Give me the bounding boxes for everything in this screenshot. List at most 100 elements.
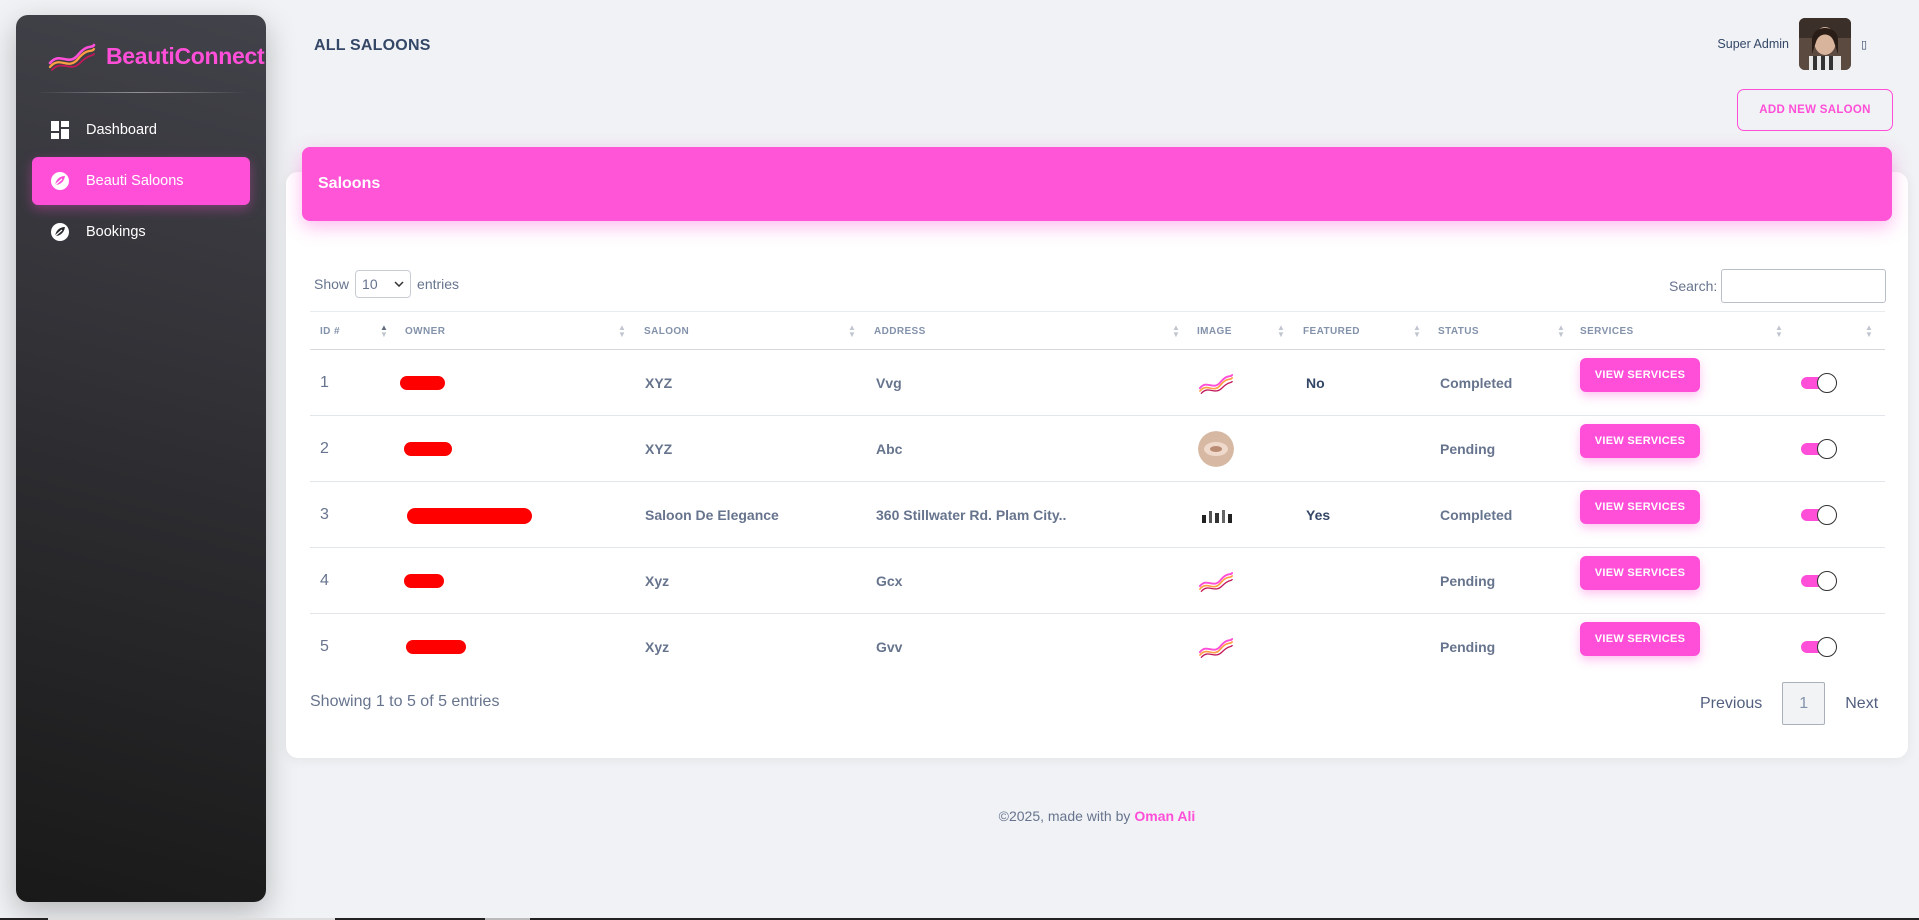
saloon-photo-image	[1198, 431, 1234, 467]
sort-icon: ▲ ▼	[1413, 323, 1421, 339]
dashboard-icon	[51, 121, 69, 139]
sort-icon: ▲ ▼	[848, 323, 856, 339]
column-header-address[interactable]: ADDRESS	[874, 312, 926, 351]
cell-id: 1	[320, 374, 329, 391]
brand[interactable]: BeautiConnect	[48, 41, 265, 71]
cell-image	[1198, 548, 1234, 614]
cell-image	[1198, 416, 1234, 482]
previous-page-button[interactable]: Previous	[1680, 695, 1782, 713]
pagination: Previous 1 Next	[1680, 682, 1898, 725]
show-label: Show	[314, 276, 350, 292]
cell-status: Completed	[1440, 375, 1513, 391]
entries-value: 10	[362, 276, 378, 292]
search-label: Search:	[1669, 278, 1718, 294]
avatar[interactable]	[1799, 18, 1851, 70]
chevron-down-icon	[394, 281, 404, 287]
sidebar-item-beauti-saloons[interactable]: Beauti Saloons	[32, 157, 250, 205]
cell-status: Pending	[1440, 573, 1496, 589]
brand-logo-icon	[1198, 373, 1234, 394]
brand-logo-icon	[48, 43, 96, 71]
enabled-toggle[interactable]	[1801, 505, 1837, 525]
avatar-image	[1799, 18, 1851, 70]
next-page-button[interactable]: Next	[1825, 695, 1898, 713]
view-services-button[interactable]: VIEW SERVICES	[1580, 424, 1700, 458]
column-header-featured[interactable]: FEATURED	[1303, 312, 1360, 351]
search-input[interactable]	[1721, 269, 1887, 303]
cell-address: Abc	[876, 441, 903, 457]
entries-select[interactable]: 10	[355, 270, 412, 298]
sidebar-item-label: Bookings	[86, 224, 146, 240]
add-new-saloon-button[interactable]: ADD NEW SALOON	[1737, 89, 1893, 131]
page-1-button[interactable]: 1	[1782, 682, 1826, 725]
view-services-button[interactable]: VIEW SERVICES	[1580, 622, 1700, 656]
cell-saloon: Xyz	[645, 573, 670, 589]
enabled-toggle[interactable]	[1801, 373, 1837, 393]
leaf-icon	[51, 223, 69, 241]
sidebar: BeautiConnect Dashboard Beauti Saloons B…	[16, 15, 266, 902]
sort-icon: ▲ ▼	[1557, 323, 1565, 339]
entries-label: entries	[417, 276, 460, 292]
table-row: 5 Xyz Gvv Pending VIEW SERVICES	[310, 614, 1885, 680]
sort-asc-icon: ▲ ▼	[380, 323, 388, 339]
cell-image	[1198, 350, 1234, 416]
view-services-button[interactable]: VIEW SERVICES	[1580, 490, 1700, 524]
enabled-toggle[interactable]	[1801, 637, 1837, 657]
column-header-owner[interactable]: OWNER	[405, 312, 445, 351]
column-header-id[interactable]: ID #	[320, 312, 340, 351]
cell-featured: No	[1306, 375, 1325, 391]
user-menu[interactable]: Super Admin ▯	[1717, 18, 1871, 70]
showing-summary: Showing 1 to 5 of 5 entries	[310, 693, 500, 710]
table-row: 4 Xyz Gcx Pending VIEW SERVICES	[310, 548, 1885, 614]
brand-logo-icon	[1198, 637, 1234, 658]
card-header: Saloons	[302, 147, 1892, 221]
cell-id: 3	[320, 506, 329, 523]
table-header: ID # ▲ ▼ OWNER ▲ ▼ SALOON ▲ ▼ ADDRESS ▲ ▼ IM…	[310, 311, 1885, 350]
footer-author-link[interactable]: Oman Ali	[1134, 808, 1195, 824]
cell-status: Pending	[1440, 639, 1496, 655]
cell-saloon: Xyz	[645, 639, 670, 655]
view-services-button[interactable]: VIEW SERVICES	[1580, 556, 1700, 590]
table-row: 1 XYZ Vvg No Completed VIEW SERVICES	[310, 350, 1885, 416]
cell-image	[1198, 614, 1234, 680]
show-entries: Show 10 entries	[314, 270, 459, 298]
cell-featured: Yes	[1306, 507, 1331, 523]
sidebar-item-label: Dashboard	[86, 122, 157, 138]
cell-id: 4	[320, 572, 329, 589]
table-row: 3 Saloon De Elegance 360 Stillwater Rd. …	[310, 482, 1885, 548]
page-title: ALL SALOONS	[314, 37, 431, 54]
cell-saloon: XYZ	[645, 375, 673, 391]
toggle-knob	[1817, 571, 1837, 591]
column-header-saloon[interactable]: SALOON	[644, 312, 689, 351]
column-header-image[interactable]: IMAGE	[1197, 312, 1232, 351]
toggle-knob	[1817, 505, 1837, 525]
cell-address: Gcx	[876, 573, 903, 589]
sort-icon: ▲ ▼	[1775, 323, 1783, 339]
user-name: Super Admin	[1717, 37, 1789, 51]
cell-saloon: Saloon De Elegance	[645, 507, 779, 523]
cell-address: Vvg	[876, 375, 902, 391]
saloon-photo	[1198, 431, 1234, 467]
saloons-table: ID # ▲ ▼ OWNER ▲ ▼ SALOON ▲ ▼ ADDRESS ▲ ▼ IM…	[310, 311, 1885, 680]
toggle-knob	[1817, 439, 1837, 459]
cell-status: Pending	[1440, 441, 1496, 457]
brand-name: BeautiConnect	[106, 42, 265, 69]
view-services-button[interactable]: VIEW SERVICES	[1580, 358, 1700, 392]
column-header-services[interactable]: SERVICES	[1580, 312, 1634, 351]
cell-id: 5	[320, 638, 329, 655]
cell-status: Completed	[1440, 507, 1513, 523]
column-header-status[interactable]: STATUS	[1438, 312, 1479, 351]
table-row: 2 XYZ Abc Pending VIEW SERVICES	[310, 416, 1885, 482]
brand-logo-icon	[1198, 571, 1234, 592]
redacted-owner	[407, 508, 532, 524]
cell-image	[1200, 482, 1234, 548]
enabled-toggle[interactable]	[1801, 571, 1837, 591]
enabled-toggle[interactable]	[1801, 439, 1837, 459]
cell-address: 360 Stillwater Rd. Plam City..	[876, 507, 1067, 523]
sidebar-item-dashboard[interactable]: Dashboard	[32, 106, 250, 154]
sidebar-item-bookings[interactable]: Bookings	[32, 208, 250, 256]
user-menu-caret-icon[interactable]: ▯	[1861, 38, 1871, 51]
sort-icon: ▲ ▼	[1172, 323, 1180, 339]
sort-icon: ▲ ▼	[1277, 323, 1285, 339]
sort-icon: ▲ ▼	[618, 323, 626, 339]
sort-icon: ▲ ▼	[1865, 323, 1873, 339]
